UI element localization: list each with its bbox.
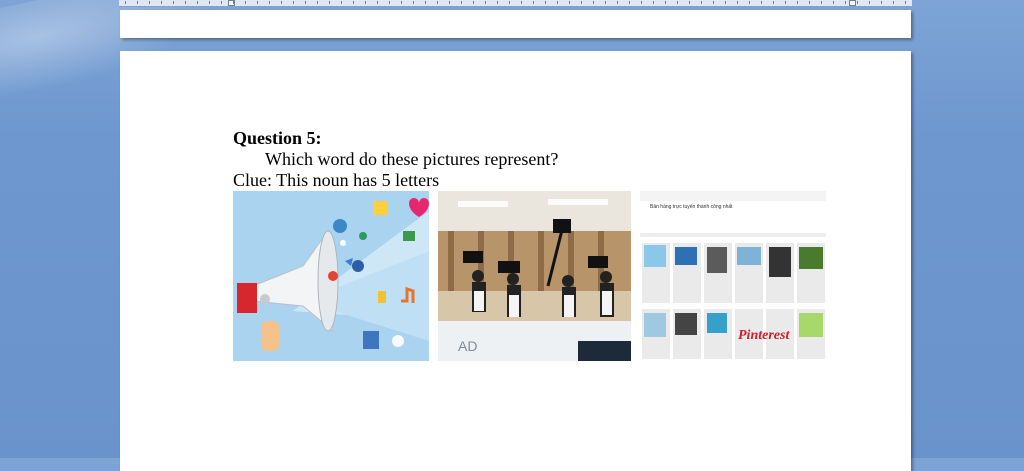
ruler-tick [341,1,342,4]
ruler-tick [605,1,606,4]
pinterest-header-text: Bản hàng trực tuyến thành công nhất [650,204,733,210]
ruler-tick [521,1,522,4]
ruler-tick [737,1,738,4]
ruler-tick [869,1,870,4]
ruler-tick [569,1,570,4]
ruler-tick [593,1,594,4]
ruler-tick [701,1,702,4]
ruler-tick [893,1,894,4]
ruler-tick [137,1,138,4]
ruler-tick [653,1,654,4]
document-page[interactable]: Question 5: Which word do these pictures… [120,51,911,471]
ruler-tick [509,1,510,4]
ruler-tick [497,1,498,4]
question-clue: Clue: This noun has 5 letters [233,170,440,190]
ruler-tick [317,1,318,4]
ruler-tick [125,1,126,4]
ruler-tick [581,1,582,4]
ruler-tick [185,1,186,4]
ruler-tick [905,1,906,4]
ruler-tick [665,1,666,4]
ruler-tick [641,1,642,4]
ruler-tick [749,1,750,4]
ruler-tick [857,1,858,4]
ruler-tick [353,1,354,4]
ruler-tick [449,1,450,4]
ruler-tick [689,1,690,4]
ruler-tick [413,1,414,4]
question-title: Question 5: [233,128,322,148]
ruler-tick [881,1,882,4]
ruler-tick [713,1,714,4]
horizontal-ruler[interactable] [119,0,912,7]
ruler-tick [197,1,198,4]
ruler-tick [161,1,162,4]
ruler-tick [557,1,558,4]
ruler-tick [269,1,270,4]
ruler-tick [761,1,762,4]
ruler-tick [305,1,306,4]
ruler-tick [257,1,258,4]
svg-text:AD: AD [458,338,477,354]
ruler-tick [221,1,222,4]
ruler-tick [377,1,378,4]
ruler-tick [233,1,234,4]
ruler-tick [845,1,846,4]
ruler-tick [545,1,546,4]
ruler-tick [245,1,246,4]
ruler-tick [833,1,834,4]
ruler-tick [293,1,294,4]
ruler-tick [461,1,462,4]
ruler-tick [797,1,798,4]
ruler-tick [281,1,282,4]
ruler-tick [821,1,822,4]
ruler-tick [725,1,726,4]
picture-pinterest-board[interactable]: Bản hàng trực tuyến thành công nhất Pint… [640,191,826,361]
ruler-tick [149,1,150,4]
ruler-tick [677,1,678,4]
question-prompt: Which word do these pictures represent? [265,149,559,169]
ruler-tick [785,1,786,4]
right-indent-marker[interactable] [849,0,856,6]
picture-camera-crew[interactable]: AD [438,191,631,361]
ruler-tick [365,1,366,4]
ruler-tick [629,1,630,4]
ruler-tick [329,1,330,4]
pinterest-logo-text: Pinterest [738,328,790,343]
ruler-tick [617,1,618,4]
ruler-tick [473,1,474,4]
picture-megaphone[interactable] [233,191,429,361]
ruler-tick [389,1,390,4]
ruler-tick [173,1,174,4]
ruler-tick [401,1,402,4]
ruler-tick [437,1,438,4]
ruler-tick [809,1,810,4]
ruler-tick [425,1,426,4]
ruler-tick [773,1,774,4]
ruler-tick [485,1,486,4]
ruler-tick [209,1,210,4]
ruler-tick [533,1,534,4]
previous-page-bottom [120,10,911,38]
